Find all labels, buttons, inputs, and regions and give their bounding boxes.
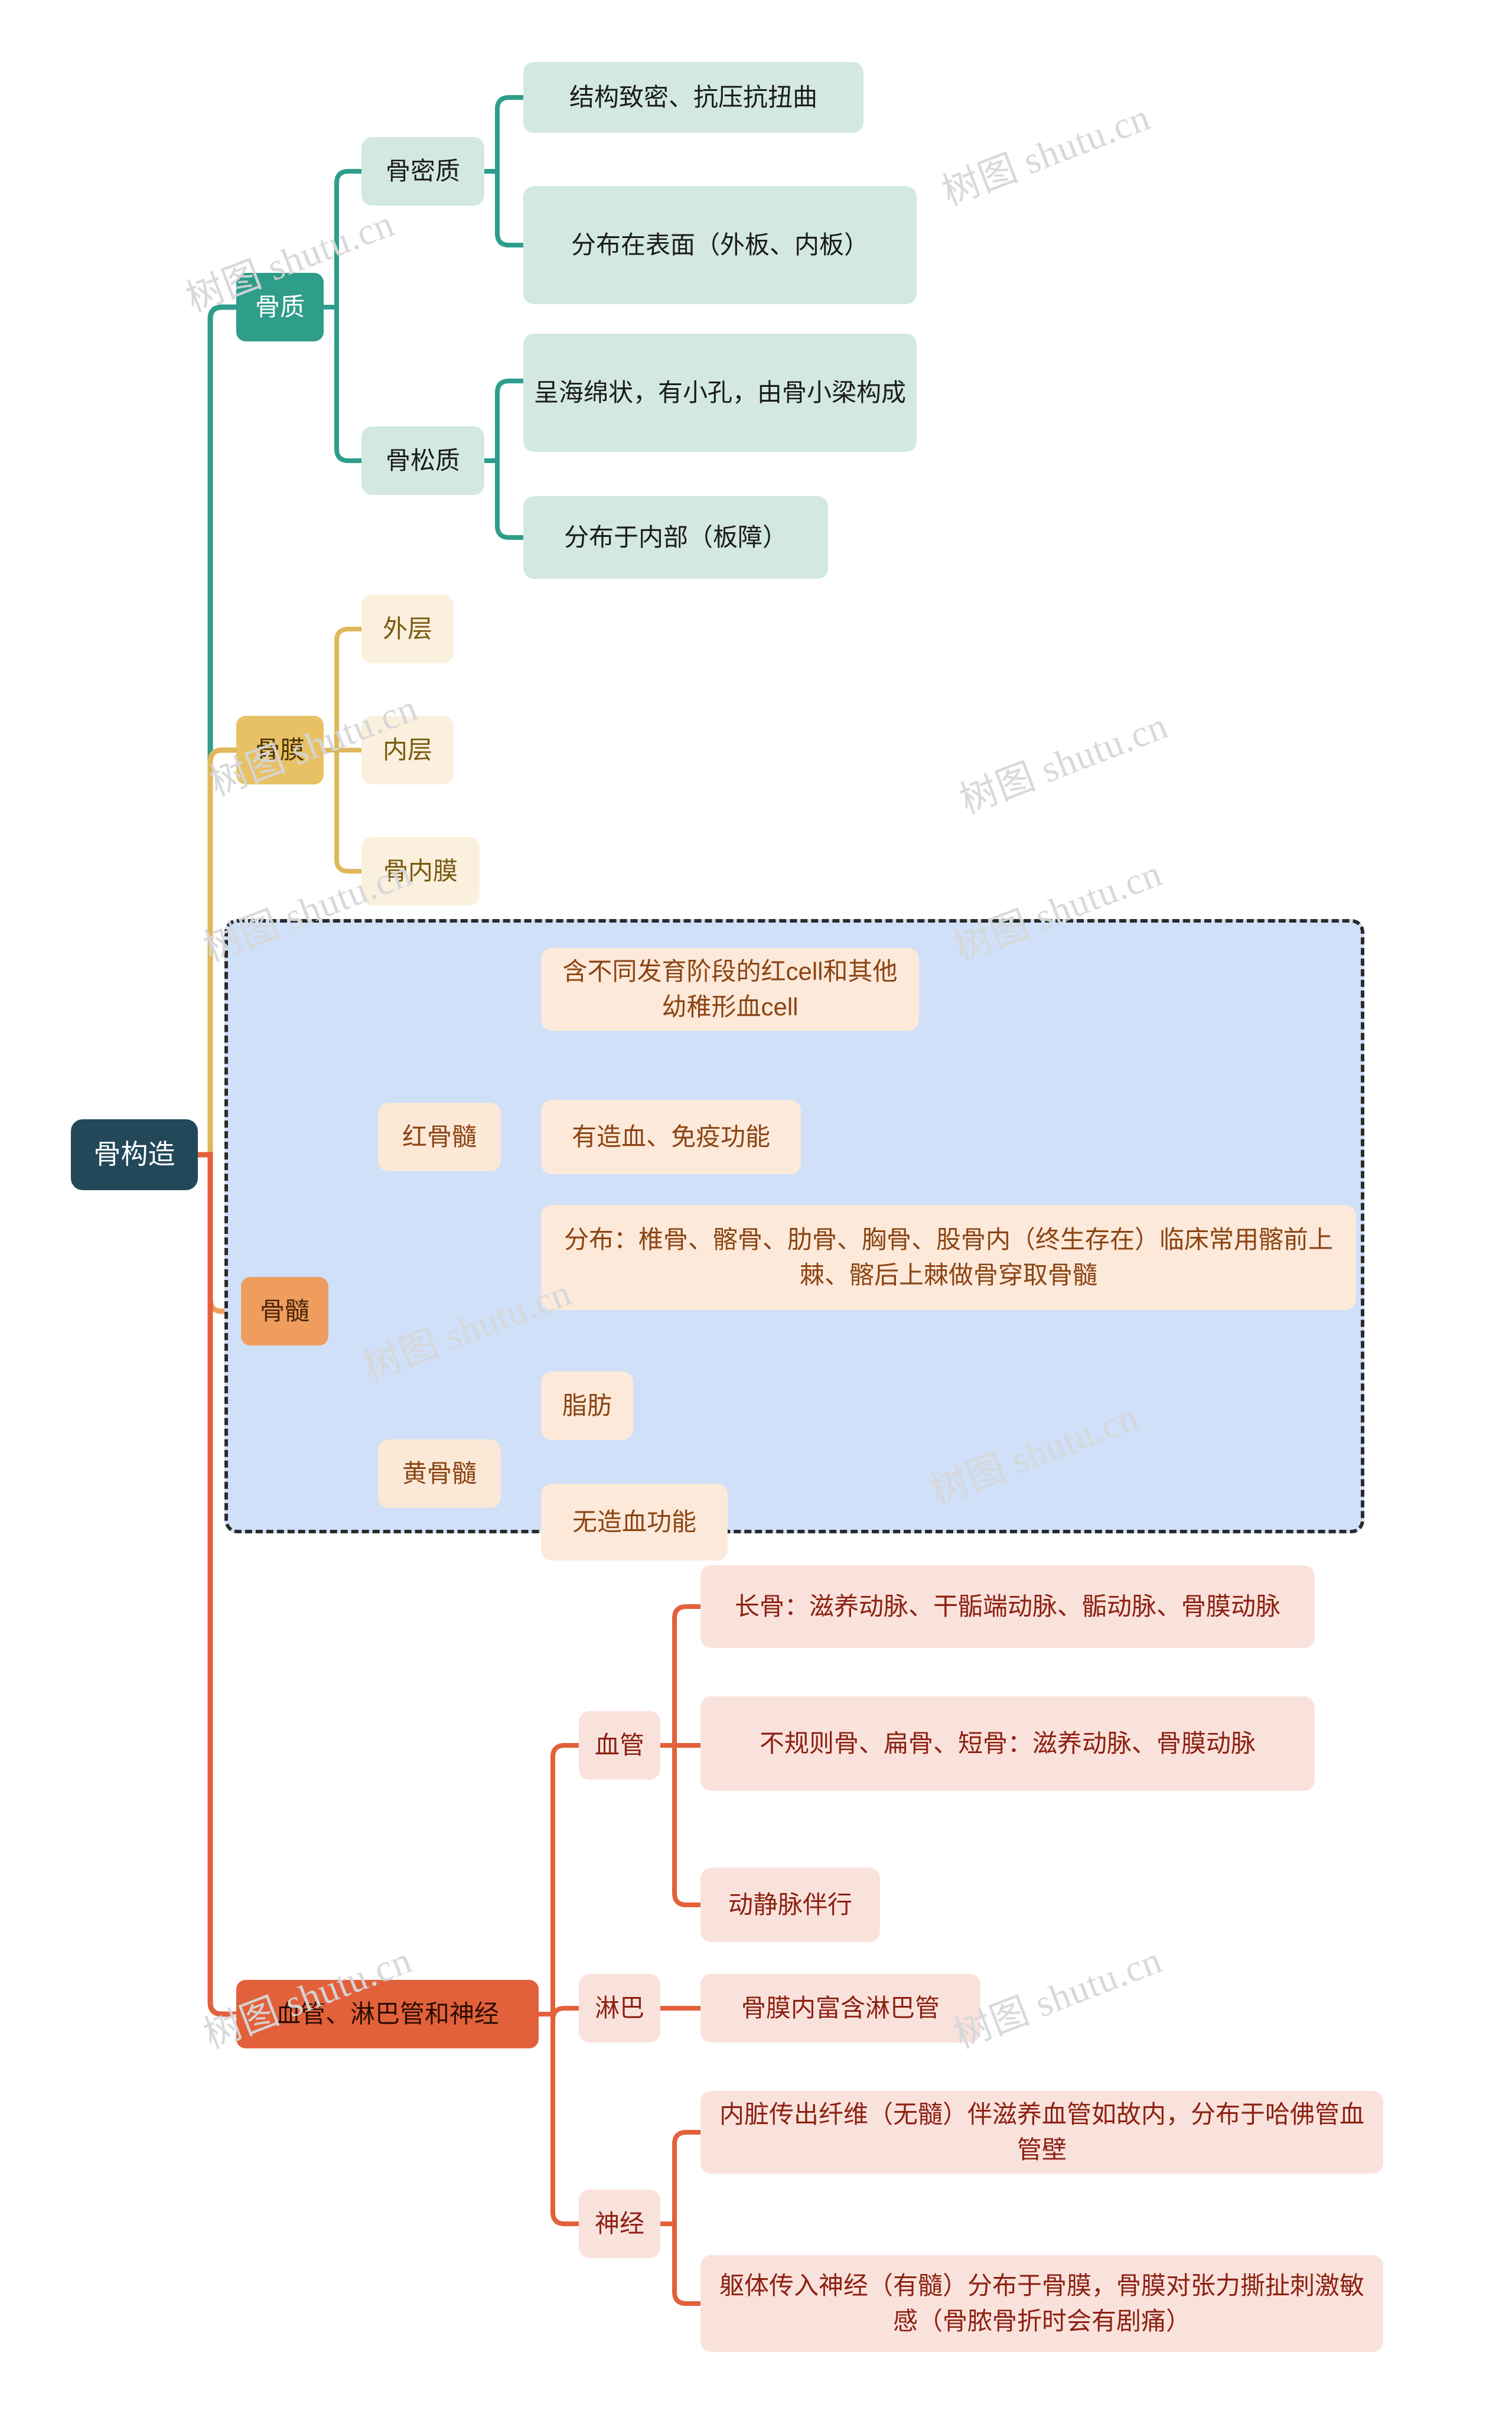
leaf-blood-vessels-2[interactable]: 不规则骨、扁骨、短骨：滋养动脉、骨膜动脉 — [700, 1696, 1315, 1791]
leaf-label: 无造血功能 — [572, 1508, 696, 1536]
leaf-label: 分布于内部（板障） — [563, 523, 787, 552]
leaf-spongy-bone-2[interactable]: 分布于内部（板障） — [523, 496, 828, 579]
leaf-nerves-1[interactable]: 内脏传出纤维（无髓）伴滋养血管如故内，分布于哈佛管血管壁 — [700, 2091, 1383, 2174]
node-label: 内层 — [382, 736, 432, 764]
leaf-label: 骨膜内富含淋巴管 — [741, 1994, 940, 2022]
node-label-compact-bone: 骨密质 — [385, 157, 460, 185]
leaf-blood-vessels-3[interactable]: 动静脉伴行 — [700, 1868, 880, 1942]
node-label-nerves: 神经 — [594, 2210, 644, 2238]
leaf-compact-bone-2[interactable]: 分布在表面（外板、内板） — [523, 186, 917, 304]
node-red-marrow[interactable]: 红骨髓 — [378, 1103, 501, 1171]
node-periosteum-inner-layer[interactable]: 内层 — [361, 716, 454, 784]
node-blood-vessels[interactable]: 血管 — [579, 1711, 660, 1780]
branch-label-bone-tissue: 骨质 — [255, 293, 305, 321]
leaf-compact-bone-1[interactable]: 结构致密、抗压抗扭曲 — [523, 62, 863, 133]
leaf-label: 有造血、免疫功能 — [571, 1123, 770, 1151]
leaf-label: 动静脉伴行 — [728, 1891, 852, 1919]
node-label-red-marrow: 红骨髓 — [402, 1123, 477, 1151]
node-periosteum-outer-layer[interactable]: 外层 — [361, 595, 454, 663]
node-spongy-bone[interactable]: 骨松质 — [361, 426, 484, 495]
leaf-label: 结构致密、抗压抗扭曲 — [569, 83, 817, 112]
node-lymph[interactable]: 淋巴 — [579, 1974, 660, 2042]
root-node[interactable]: 骨构造 — [71, 1119, 198, 1190]
watermark-text: 树图 shutu.cn — [936, 96, 1156, 214]
leaf-label: 脂肪 — [562, 1392, 612, 1420]
branch-label-bone-marrow: 骨髓 — [259, 1297, 309, 1325]
leaf-spongy-bone-1[interactable]: 呈海绵状，有小孔，由骨小梁构成 — [523, 334, 917, 452]
leaf-lymph-1[interactable]: 骨膜内富含淋巴管 — [700, 1974, 980, 2042]
leaf-nerves-2[interactable]: 躯体传入神经（有髓）分布于骨膜，骨膜对张力撕扯刺激敏感（骨脓骨折时会有剧痛） — [700, 2255, 1383, 2352]
node-label-yellow-marrow: 黄骨髓 — [402, 1460, 477, 1488]
leaf-label: 分布：椎骨、髂骨、肋骨、胸骨、股骨内（终生存在）临床常用髂前上棘、髂后上棘做骨穿… — [563, 1226, 1333, 1289]
leaf-yellow-marrow-1[interactable]: 脂肪 — [541, 1372, 633, 1440]
leaf-label: 长骨：滋养动脉、干骺端动脉、骺动脉、骨膜动脉 — [734, 1592, 1280, 1621]
mindmap-canvas: 骨构造 骨质 骨密质 结构致密、抗压抗扭曲 分布在表面（外板、内板） 骨松质 呈… — [0, 0, 1512, 2427]
watermark-text: 树图 shutu.cn — [954, 704, 1174, 822]
root-label: 骨构造 — [93, 1139, 175, 1170]
branch-label-vessels: 血管、淋巴管和神经 — [275, 2000, 499, 2028]
leaf-yellow-marrow-2[interactable]: 无造血功能 — [541, 1484, 728, 1561]
node-compact-bone[interactable]: 骨密质 — [361, 137, 484, 206]
leaf-label: 内脏传出纤维（无髓）伴滋养血管如故内，分布于哈佛管血管壁 — [719, 2100, 1364, 2164]
node-label: 骨内膜 — [383, 857, 458, 885]
node-nerves[interactable]: 神经 — [579, 2190, 660, 2258]
node-endosteum[interactable]: 骨内膜 — [361, 837, 480, 905]
branch-node-vessels-lymph-nerves[interactable]: 血管、淋巴管和神经 — [236, 1980, 539, 2048]
node-label-lymph: 淋巴 — [594, 1994, 644, 2022]
leaf-label: 呈海绵状，有小孔，由骨小梁构成 — [534, 379, 907, 407]
leaf-label: 分布在表面（外板、内板） — [571, 231, 869, 259]
leaf-label: 含不同发育阶段的红cell和其他幼稚形血cell — [562, 957, 898, 1021]
node-label-blood-vessels: 血管 — [594, 1731, 644, 1760]
branch-node-periosteum[interactable]: 骨膜 — [236, 716, 324, 784]
node-label: 外层 — [382, 615, 432, 643]
node-yellow-marrow[interactable]: 黄骨髓 — [378, 1439, 501, 1508]
leaf-label: 不规则骨、扁骨、短骨：滋养动脉、骨膜动脉 — [759, 1729, 1256, 1758]
branch-node-bone-marrow[interactable]: 骨髓 — [241, 1277, 328, 1346]
branch-node-bone-tissue[interactable]: 骨质 — [236, 273, 324, 341]
leaf-red-marrow-2[interactable]: 有造血、免疫功能 — [541, 1100, 801, 1174]
node-label-spongy-bone: 骨松质 — [385, 447, 460, 475]
leaf-red-marrow-3[interactable]: 分布：椎骨、髂骨、肋骨、胸骨、股骨内（终生存在）临床常用髂前上棘、髂后上棘做骨穿… — [541, 1205, 1356, 1310]
leaf-blood-vessels-1[interactable]: 长骨：滋养动脉、干骺端动脉、骺动脉、骨膜动脉 — [700, 1565, 1315, 1648]
branch-label-periosteum: 骨膜 — [255, 736, 305, 764]
leaf-red-marrow-1[interactable]: 含不同发育阶段的红cell和其他幼稚形血cell — [541, 948, 919, 1031]
leaf-label: 躯体传入神经（有髓）分布于骨膜，骨膜对张力撕扯刺激敏感（骨脓骨折时会有剧痛） — [719, 2272, 1364, 2335]
